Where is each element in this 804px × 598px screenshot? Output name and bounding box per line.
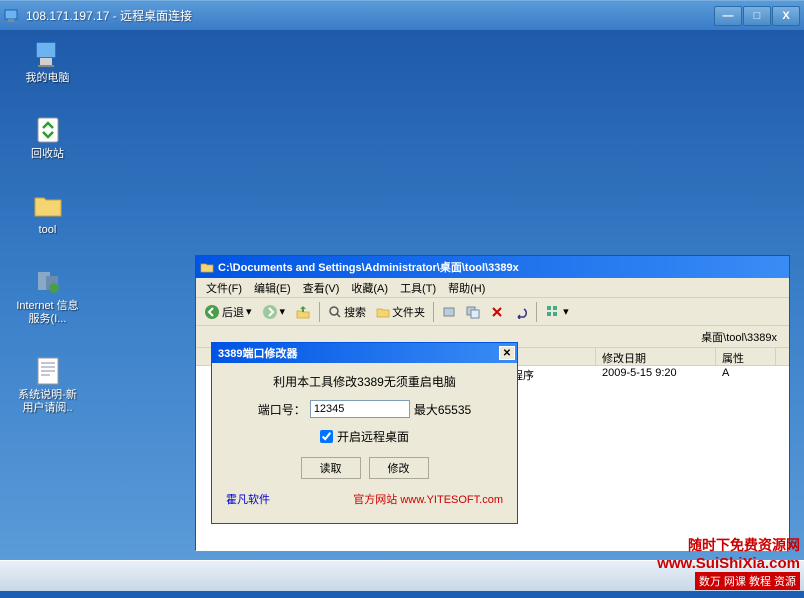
modify-button[interactable]: 修改 [369, 457, 429, 479]
dropdown-icon: ▾ [280, 305, 286, 318]
checkbox-label: 开启远程桌面 [337, 428, 409, 445]
explorer-titlebar[interactable]: C:\Documents and Settings\Administrator\… [196, 256, 789, 278]
minimize-button[interactable]: — [714, 6, 742, 26]
desktop-icon-label: tool [39, 224, 57, 237]
menu-favorites[interactable]: 收藏(A) [345, 278, 394, 298]
text-file-icon [32, 355, 64, 387]
tb-undo-button[interactable] [510, 301, 532, 323]
dialog-close-button[interactable]: ✕ [499, 346, 515, 360]
dropdown-icon: ▾ [246, 305, 252, 318]
vendor-label: 霍凡软件 [226, 491, 270, 507]
computer-icon [32, 38, 64, 70]
col-type[interactable] [506, 348, 596, 365]
site-url[interactable]: www.YITESOFT.com [400, 494, 503, 506]
enable-rdp-checkbox[interactable] [320, 430, 333, 443]
menu-view[interactable]: 查看(V) [297, 278, 346, 298]
site-label: 官方网站 [353, 494, 397, 506]
explorer-title: C:\Documents and Settings\Administrator\… [218, 259, 785, 275]
desktop-icon-label: 我的电脑 [26, 72, 70, 85]
menu-help[interactable]: 帮助(H) [442, 278, 491, 298]
tb-move-button[interactable] [438, 301, 460, 323]
up-button[interactable] [291, 301, 315, 323]
cell-type: 程序 [506, 367, 596, 383]
desktop-icon-computer[interactable]: 我的电脑 [10, 34, 85, 89]
cell-date: 2009-5-15 9:20 [596, 367, 716, 383]
iis-icon [32, 266, 64, 298]
search-label: 搜索 [344, 304, 366, 320]
explorer-toolbar: 后退 ▾ ▾ 搜索 文件夹 [196, 298, 789, 326]
menu-tools[interactable]: 工具(T) [394, 278, 442, 298]
address-text: 桌面\tool\3389x [701, 329, 777, 345]
rdp-title: 108.171.197.17 - 远程桌面连接 [26, 7, 714, 24]
desktop-icon-tool[interactable]: tool [10, 186, 85, 241]
menu-edit[interactable]: 编辑(E) [248, 278, 297, 298]
port-modifier-dialog: 3389端口修改器 ✕ 利用本工具修改3389无须重启电脑 端口号： 最大655… [211, 342, 518, 524]
watermark-line3: 数万 网课 教程 资源 [695, 572, 800, 590]
desktop-icon-recycle[interactable]: 回收站 [10, 110, 85, 165]
back-label: 后退 [222, 304, 244, 320]
folders-label: 文件夹 [392, 304, 425, 320]
folder-icon [32, 190, 64, 222]
watermark-line1: 随时下免费资源网 [657, 535, 800, 555]
views-button[interactable]: ▾ [541, 301, 573, 323]
port-input[interactable] [310, 400, 410, 418]
col-date[interactable]: 修改日期 [596, 348, 716, 365]
desktop-icon-readme[interactable]: 系统说明-新用户请阅.. [10, 351, 85, 419]
tb-copy-button[interactable] [462, 301, 484, 323]
desktop-icon-label: 回收站 [31, 148, 64, 161]
cell-attr: A [716, 367, 776, 383]
port-label: 端口号： [258, 401, 306, 418]
dialog-description: 利用本工具修改3389无须重启电脑 [226, 373, 503, 390]
max-label: 最大65535 [414, 401, 471, 418]
desktop-icon-label: 系统说明-新用户请阅.. [14, 389, 81, 415]
watermark: 随时下免费资源网 www.SuiShiXia.com 数万 网课 教程 资源 [657, 535, 800, 590]
rdp-icon [4, 8, 20, 24]
tb-delete-button[interactable] [486, 301, 508, 323]
dropdown-icon: ▾ [563, 305, 569, 318]
folder-icon [200, 260, 214, 274]
rdp-titlebar: 108.171.197.17 - 远程桌面连接 — □ X [0, 0, 804, 30]
dialog-titlebar[interactable]: 3389端口修改器 ✕ [212, 343, 517, 363]
read-button[interactable]: 读取 [301, 457, 361, 479]
menu-file[interactable]: 文件(F) [200, 278, 248, 298]
folders-button[interactable]: 文件夹 [372, 301, 429, 323]
back-button[interactable]: 后退 ▾ [200, 301, 256, 323]
close-button[interactable]: X [772, 6, 800, 26]
recycle-icon [32, 114, 64, 146]
dialog-title: 3389端口修改器 [218, 345, 297, 361]
search-button[interactable]: 搜索 [324, 301, 370, 323]
forward-button[interactable]: ▾ [258, 301, 290, 323]
remote-desktop[interactable]: 我的电脑 回收站 tool Internet 信息服务(I... 系统说明-新用… [0, 30, 804, 560]
desktop-icon-iis[interactable]: Internet 信息服务(I... [10, 262, 85, 330]
col-attr[interactable]: 属性 [716, 348, 776, 365]
watermark-line2: www.SuiShiXia.com [657, 555, 800, 572]
desktop-icon-label: Internet 信息服务(I... [14, 300, 81, 326]
explorer-menubar: 文件(F) 编辑(E) 查看(V) 收藏(A) 工具(T) 帮助(H) [196, 278, 789, 298]
maximize-button[interactable]: □ [743, 6, 771, 26]
